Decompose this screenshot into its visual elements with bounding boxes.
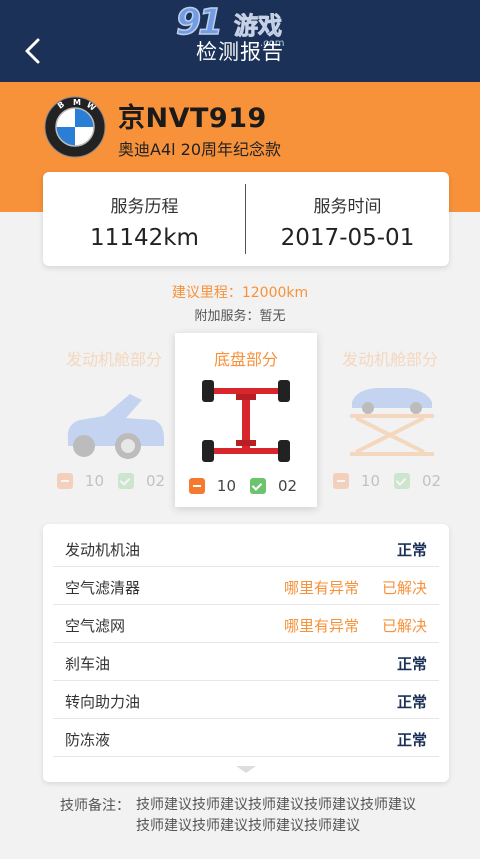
check-item-list: 发动机机油 正常 空气滤清器 哪里有异常 已解决 空气滤网 哪里有异常 已解决 … <box>43 524 449 782</box>
service-time-block: 服务时间 2017-05-01 <box>246 172 449 266</box>
check-item-issue: 哪里有异常 <box>283 579 359 597</box>
license-plate: 京NVT919 <box>118 103 267 134</box>
category-card-engine[interactable]: 发动机舱部分 10 02 <box>43 338 185 502</box>
problem-icon <box>56 473 73 489</box>
check-item-status: 已解决 <box>381 579 427 597</box>
vehicle-model: 奥迪A4l 20周年纪念款 <box>118 140 282 159</box>
ok-count: 02 <box>146 472 166 490</box>
chassis-icon <box>202 380 290 462</box>
page-title: 检测报告 <box>196 40 284 64</box>
remark-text: 技师建议技师建议技师建议技师建议技师建议技师建议技师建议技师建议技师建议 <box>136 797 416 834</box>
mileage-value: 11142km <box>90 225 199 251</box>
check-row[interactable]: 发动机机油 正常 <box>53 529 439 567</box>
category-counts: 10 02 <box>43 472 185 490</box>
problem-icon <box>332 473 349 489</box>
problem-count: 10 <box>360 472 380 490</box>
problem-icon <box>188 478 205 494</box>
problem-count: 10 <box>216 477 236 495</box>
bmw-logo-icon: B M W <box>44 96 106 158</box>
check-item-issue: 哪里有异常 <box>283 617 359 635</box>
service-time-label: 服务时间 <box>313 197 382 217</box>
service-time-value: 2017-05-01 <box>280 225 415 251</box>
check-item-status: 正常 <box>396 541 427 559</box>
check-item-status: 正常 <box>396 655 427 673</box>
category-title: 底盘部分 <box>213 350 278 369</box>
category-counts: 10 02 <box>319 472 461 490</box>
category-card-chassis[interactable]: 底盘部分 10 02 <box>175 333 317 507</box>
category-card-lift[interactable]: 发动机舱部分 10 02 <box>319 338 461 502</box>
category-title: 发动机舱部分 <box>65 350 162 369</box>
check-item-status: 正常 <box>396 731 427 749</box>
check-item-name: 转向助力油 <box>65 693 141 711</box>
check-icon <box>394 473 410 489</box>
expand-arrow-icon[interactable] <box>236 766 256 773</box>
check-row[interactable]: 转向助力油 正常 <box>53 681 439 719</box>
svg-text:M: M <box>73 98 81 107</box>
extra-service: 附加服务：暂无 <box>194 309 286 324</box>
check-item-name: 刹车油 <box>65 655 111 673</box>
check-icon <box>250 478 266 494</box>
category-title: 发动机舱部分 <box>341 350 438 369</box>
check-item-status: 已解决 <box>381 617 427 635</box>
remark-label: 技师备注： <box>60 798 130 814</box>
suggested-mileage: 建议里程：12000km <box>171 285 309 301</box>
check-item-status: 正常 <box>396 693 427 711</box>
navbar: 9 1 游戏 .com 检测报告 <box>0 0 480 82</box>
check-item-name: 发动机机油 <box>65 541 141 559</box>
check-row[interactable]: 防冻液 正常 <box>53 719 439 757</box>
check-row[interactable]: 空气滤清器 哪里有异常 已解决 <box>53 567 439 605</box>
service-summary-card: 服务历程 11142km 服务时间 2017-05-01 <box>43 172 449 266</box>
check-item-name: 空气滤网 <box>65 617 126 635</box>
check-row[interactable]: 空气滤网 哪里有异常 已解决 <box>53 605 439 643</box>
problem-count: 10 <box>84 472 104 490</box>
category-counts: 10 02 <box>175 477 317 495</box>
car-hood-open-icon <box>67 394 164 459</box>
check-icon <box>118 473 134 489</box>
mileage-block: 服务历程 11142km <box>43 172 246 266</box>
mileage-label: 服务历程 <box>110 197 179 217</box>
car-lift-icon <box>350 388 434 456</box>
check-row[interactable]: 刹车油 正常 <box>53 643 439 681</box>
check-item-name: 空气滤清器 <box>65 579 141 597</box>
ok-count: 02 <box>278 477 298 495</box>
ok-count: 02 <box>422 472 442 490</box>
check-item-name: 防冻液 <box>65 731 111 749</box>
